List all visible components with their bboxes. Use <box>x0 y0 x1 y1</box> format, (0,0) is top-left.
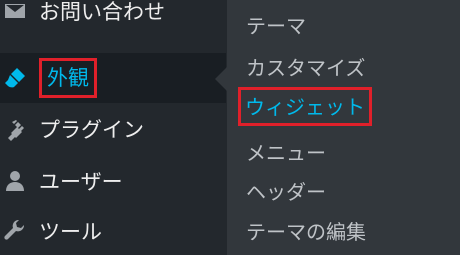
sidebar-item-tools[interactable]: ツール <box>0 208 226 254</box>
sidebar-item-label: 外観 <box>39 58 97 98</box>
submenu-item-header[interactable]: ヘッダー <box>246 176 326 205</box>
submenu-item-customize[interactable]: カスタマイズ <box>246 52 365 81</box>
submenu-item-menus[interactable]: メニュー <box>246 137 326 166</box>
sidebar-item-contact[interactable]: お問い合わせ <box>0 0 226 34</box>
admin-sidebar: お問い合わせ 外観 プラグイン ユーザー ツール <box>0 0 226 255</box>
submenu-item-label: ヘッダー <box>246 180 326 204</box>
submenu-item-widgets[interactable]: ウィジェット <box>238 87 372 126</box>
user-icon <box>3 169 27 193</box>
submenu-item-label: テーマ <box>246 14 306 38</box>
sidebar-item-label: ユーザー <box>39 170 123 194</box>
sidebar-item-users[interactable]: ユーザー <box>0 158 226 204</box>
submenu-pointer <box>215 67 227 91</box>
paintbrush-icon <box>3 66 27 90</box>
sidebar-item-appearance[interactable]: 外観 <box>0 53 226 103</box>
submenu-item-label: メニュー <box>246 141 326 165</box>
envelope-icon <box>3 0 27 23</box>
sidebar-item-label: お問い合わせ <box>39 0 165 24</box>
sidebar-item-label: ツール <box>39 220 102 244</box>
plugin-icon <box>3 117 27 141</box>
wrench-icon <box>3 219 27 243</box>
submenu-item-label: テーマの編集 <box>246 220 366 244</box>
submenu-item-label: ウィジェット <box>238 87 372 126</box>
submenu-item-label: カスタマイズ <box>246 56 366 80</box>
submenu-item-themes[interactable]: テーマ <box>246 10 306 39</box>
submenu-item-theme-editor[interactable]: テーマの編集 <box>246 216 366 245</box>
sidebar-item-label: プラグイン <box>39 118 144 142</box>
appearance-submenu: テーマ カスタマイズ ウィジェット メニュー ヘッダー テーマの編集 <box>227 0 460 255</box>
sidebar-item-plugins[interactable]: プラグイン <box>0 106 226 152</box>
